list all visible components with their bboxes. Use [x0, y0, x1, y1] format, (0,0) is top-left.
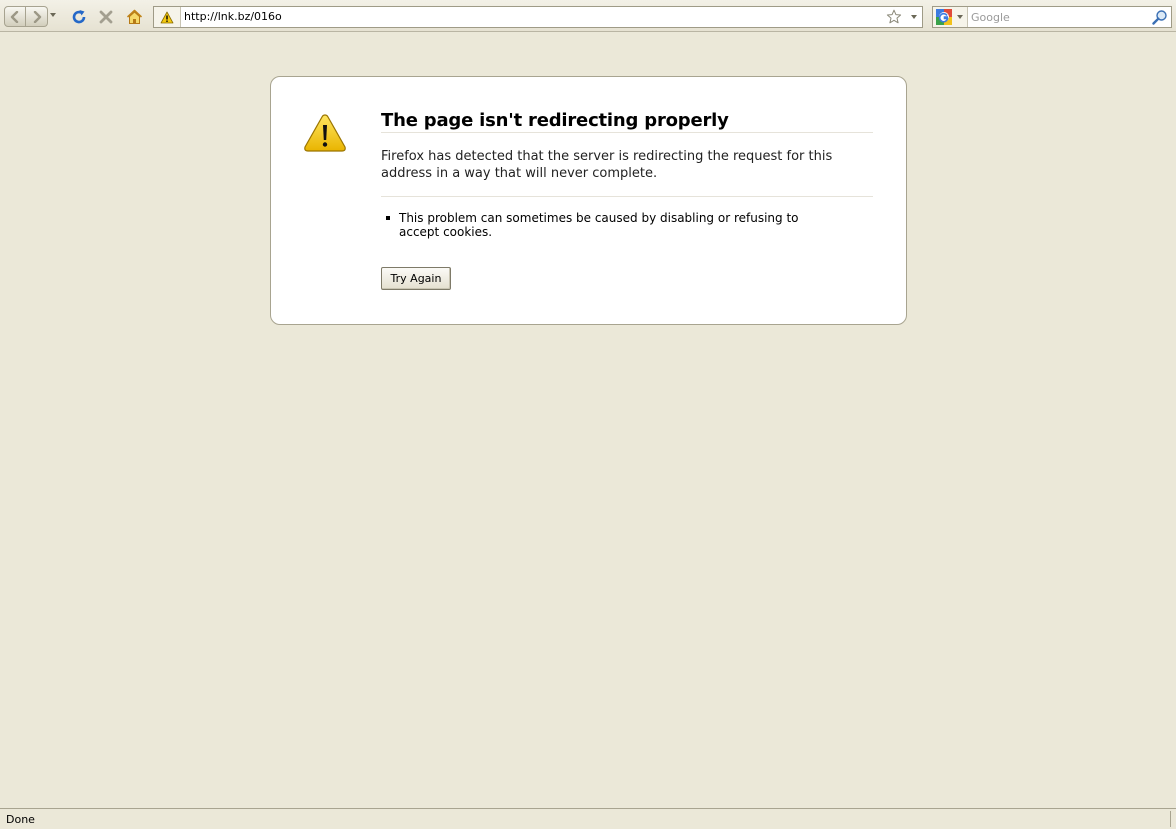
error-page-container: The page isn't redirecting properly Fire… [270, 76, 907, 325]
status-bar: Done [0, 808, 1176, 829]
status-divider [1170, 811, 1171, 827]
stop-icon [99, 10, 113, 24]
engine-chevron-down-icon [957, 15, 963, 19]
status-text: Done [6, 813, 35, 826]
url-dropdown-chevron-down-icon[interactable] [911, 15, 917, 19]
error-suggestions: This problem can sometimes be caused by … [381, 211, 811, 239]
error-title: The page isn't redirecting properly [381, 110, 729, 131]
back-arrow-icon [10, 10, 19, 23]
forward-button[interactable] [26, 6, 48, 27]
reload-icon [72, 10, 86, 24]
list-item: This problem can sometimes be caused by … [381, 211, 811, 239]
suggestion-text: This problem can sometimes be caused by … [399, 211, 799, 239]
warning-icon [304, 114, 346, 152]
navigation-toolbar: http://lnk.bz/016o [0, 0, 1176, 32]
url-text[interactable]: http://lnk.bz/016o [184, 10, 282, 23]
stop-button[interactable] [97, 8, 115, 26]
divider [381, 132, 873, 133]
error-description: Firefox has detected that the server is … [381, 149, 833, 181]
search-engine-button[interactable] [933, 7, 968, 27]
site-identity-button[interactable] [154, 7, 181, 27]
divider [381, 196, 873, 197]
history-dropdown-chevron-down-icon[interactable] [50, 13, 56, 17]
star-icon[interactable] [886, 9, 902, 25]
back-button[interactable] [4, 6, 26, 27]
magnifier-icon[interactable] [1152, 9, 1168, 25]
reload-button[interactable] [70, 8, 88, 26]
try-again-button[interactable]: Try Again [381, 267, 451, 290]
home-icon [126, 9, 142, 24]
bullet-icon [386, 216, 390, 220]
url-bar[interactable]: http://lnk.bz/016o [153, 6, 923, 28]
google-icon [936, 9, 952, 25]
forward-arrow-icon [33, 10, 41, 23]
home-button[interactable] [125, 8, 143, 26]
search-input[interactable] [971, 8, 1149, 26]
warning-icon [160, 11, 174, 23]
search-bar [932, 6, 1172, 28]
